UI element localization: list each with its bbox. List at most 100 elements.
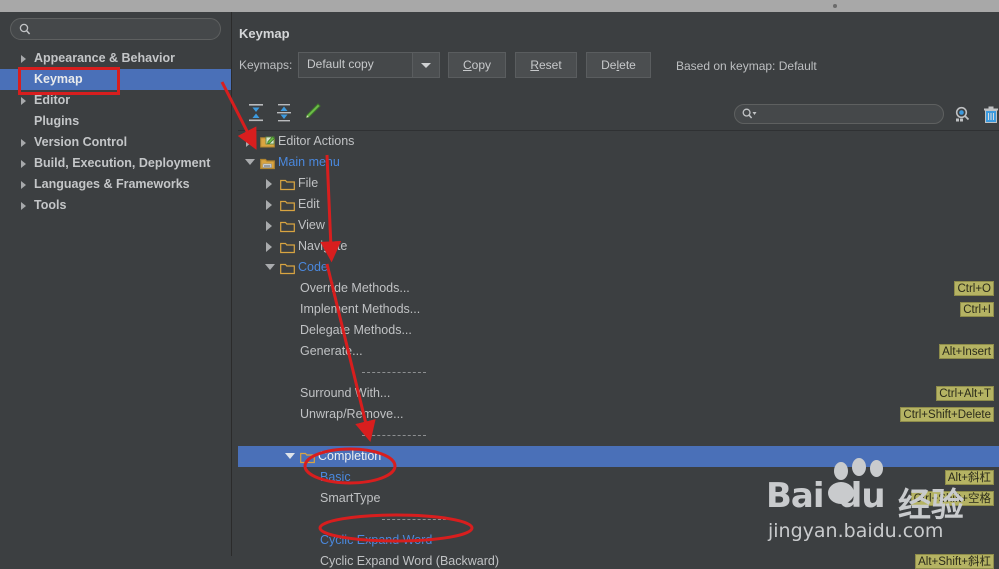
tree-row-label: SmartType — [320, 491, 381, 505]
shortcut-badge: Ctrl+Shift+Delete — [900, 407, 994, 422]
main-menu-icon — [260, 156, 275, 170]
keymap-action-tree[interactable]: Editor Actions Main menu File Edit View Navig… — [238, 130, 999, 569]
chevron-down-icon — [421, 63, 431, 68]
expand-all-icon[interactable] — [244, 100, 268, 124]
tree-row-label: Cyclic Expand Word (Backward) — [320, 554, 499, 568]
separator-line — [382, 519, 446, 521]
tree-leaf-row[interactable]: SmartType Ctrl+Shift+空格 — [238, 488, 999, 509]
shortcut-badge: Alt+Insert — [939, 344, 994, 359]
search-filter-icon — [742, 108, 757, 119]
tree-separator — [238, 425, 999, 446]
sidebar-item-label: Tools — [34, 198, 67, 212]
sidebar-search-input[interactable] — [39, 19, 219, 41]
sidebar-nav-list: Appearance & Behavior Keymap Editor Plugins… — [0, 48, 231, 216]
sidebar-search-box[interactable] — [10, 18, 221, 41]
sidebar-item-keymap[interactable]: Keymap — [0, 69, 231, 90]
tree-row-label: Basic — [320, 470, 351, 484]
folder-icon — [280, 177, 295, 191]
sidebar-item-editor[interactable]: Editor — [0, 90, 231, 111]
tree-node-row[interactable]: Completion — [238, 446, 999, 467]
shortcut-search-input[interactable] — [763, 105, 939, 125]
tree-row-label: Completion — [318, 449, 382, 463]
tree-row-label: Cyclic Expand Word — [320, 533, 433, 547]
tree-row-label: View — [298, 218, 325, 232]
sidebar-item-build-execution-deployment[interactable]: Build, Execution, Deployment — [0, 153, 231, 174]
tree-row-label: Surround With... — [300, 386, 391, 400]
sidebar-item-label: Appearance & Behavior — [34, 51, 176, 65]
editor-actions-icon — [260, 135, 275, 148]
tree-leaf-row[interactable]: Override Methods... Ctrl+O — [238, 278, 999, 299]
keymap-select-arrow[interactable] — [412, 53, 439, 77]
edit-shortcut-icon[interactable] — [300, 100, 324, 124]
chevron-down-icon[interactable] — [265, 264, 275, 270]
folder-icon — [280, 198, 295, 212]
folder-icon — [280, 219, 295, 233]
keymap-select-value: Default copy — [307, 57, 374, 71]
sidebar-item-plugins[interactable]: Plugins — [0, 111, 231, 132]
shortcut-badge: Ctrl+Shift+空格 — [910, 491, 994, 506]
folder-icon — [300, 450, 315, 464]
tree-leaf-row[interactable]: Unwrap/Remove... Ctrl+Shift+Delete — [238, 404, 999, 425]
delete-button[interactable]: Delete — [586, 52, 651, 78]
sidebar-item-appearance-behavior[interactable]: Appearance & Behavior — [0, 48, 231, 69]
chevron-right-icon[interactable] — [266, 179, 272, 189]
chevron-right-icon[interactable] — [21, 181, 26, 189]
tree-node-row[interactable]: Main menu — [238, 152, 999, 173]
sidebar-item-label: Languages & Frameworks — [34, 177, 190, 191]
reset-button[interactable]: Reset — [515, 52, 577, 78]
chevron-right-icon[interactable] — [21, 97, 26, 105]
shortcut-badge: Ctrl+I — [960, 302, 994, 317]
shortcut-badge: Alt+Shift+斜杠 — [915, 554, 994, 569]
tree-leaf-row[interactable]: Surround With... Ctrl+Alt+T — [238, 383, 999, 404]
keymaps-label: Keymaps: — [239, 58, 293, 72]
tree-row-label: File — [298, 176, 319, 190]
chevron-right-icon[interactable] — [266, 242, 272, 252]
tree-node-row[interactable]: Editor Actions — [238, 131, 999, 152]
tree-node-row[interactable]: View — [238, 215, 999, 236]
tree-node-row[interactable]: Edit — [238, 194, 999, 215]
tree-row-label: Main menu — [278, 155, 340, 169]
tree-node-row[interactable]: Navigate — [238, 236, 999, 257]
page-title: Keymap — [239, 26, 290, 41]
find-by-shortcut-icon[interactable] — [952, 104, 974, 126]
folder-icon — [280, 261, 295, 275]
window-title-bar — [0, 0, 999, 12]
tree-node-row[interactable]: Code — [238, 257, 999, 278]
tree-leaf-row[interactable]: Implement Methods... Ctrl+I — [238, 299, 999, 320]
chevron-right-icon[interactable] — [21, 55, 26, 63]
chevron-right-icon[interactable] — [21, 202, 26, 210]
chevron-right-icon[interactable] — [266, 200, 272, 210]
tree-leaf-row[interactable]: Cyclic Expand Word (Backward) Alt+Shift+斜… — [238, 551, 999, 569]
separator-line — [362, 435, 426, 437]
chevron-right-icon[interactable] — [21, 160, 26, 168]
chevron-down-icon[interactable] — [285, 453, 295, 459]
chevron-right-icon[interactable] — [21, 139, 26, 147]
sidebar-item-label: Version Control — [34, 135, 128, 149]
tree-leaf-row[interactable]: Generate... Alt+Insert — [238, 341, 999, 362]
copy-button[interactable]: Copy — [448, 52, 506, 78]
keymap-select[interactable]: Default copy — [298, 52, 440, 78]
keymap-settings-panel: Keymap Keymaps: Default copy Copy Reset De… — [232, 12, 999, 569]
based-on-keymap-label: Based on keymap: Default — [676, 59, 817, 73]
chevron-right-icon[interactable] — [266, 221, 272, 231]
search-icon — [19, 23, 31, 35]
shortcut-badge: Ctrl+Alt+T — [936, 386, 994, 401]
sidebar-item-languages-frameworks[interactable]: Languages & Frameworks — [0, 174, 231, 195]
collapse-all-icon[interactable] — [272, 100, 296, 124]
tree-row-label: Implement Methods... — [300, 302, 421, 316]
chevron-down-icon[interactable] — [245, 159, 255, 165]
tree-node-row[interactable]: File — [238, 173, 999, 194]
shortcut-search-box[interactable] — [734, 104, 944, 125]
sidebar-item-version-control[interactable]: Version Control — [0, 132, 231, 153]
title-bar-dot — [833, 4, 837, 8]
tree-leaf-row[interactable]: Cyclic Expand Word — [238, 530, 999, 551]
delete-filter-icon[interactable] — [980, 104, 999, 126]
tree-leaf-row[interactable]: Delegate Methods... — [238, 320, 999, 341]
chevron-right-icon[interactable] — [246, 137, 252, 147]
settings-sidebar: Appearance & Behavior Keymap Editor Plugins… — [0, 12, 232, 556]
sidebar-item-label: Build, Execution, Deployment — [34, 156, 211, 170]
sidebar-item-tools[interactable]: Tools — [0, 195, 231, 216]
tree-row-label: Unwrap/Remove... — [300, 407, 404, 421]
tree-leaf-row[interactable]: Basic Alt+斜杠 — [238, 467, 999, 488]
tree-separator — [238, 509, 999, 530]
